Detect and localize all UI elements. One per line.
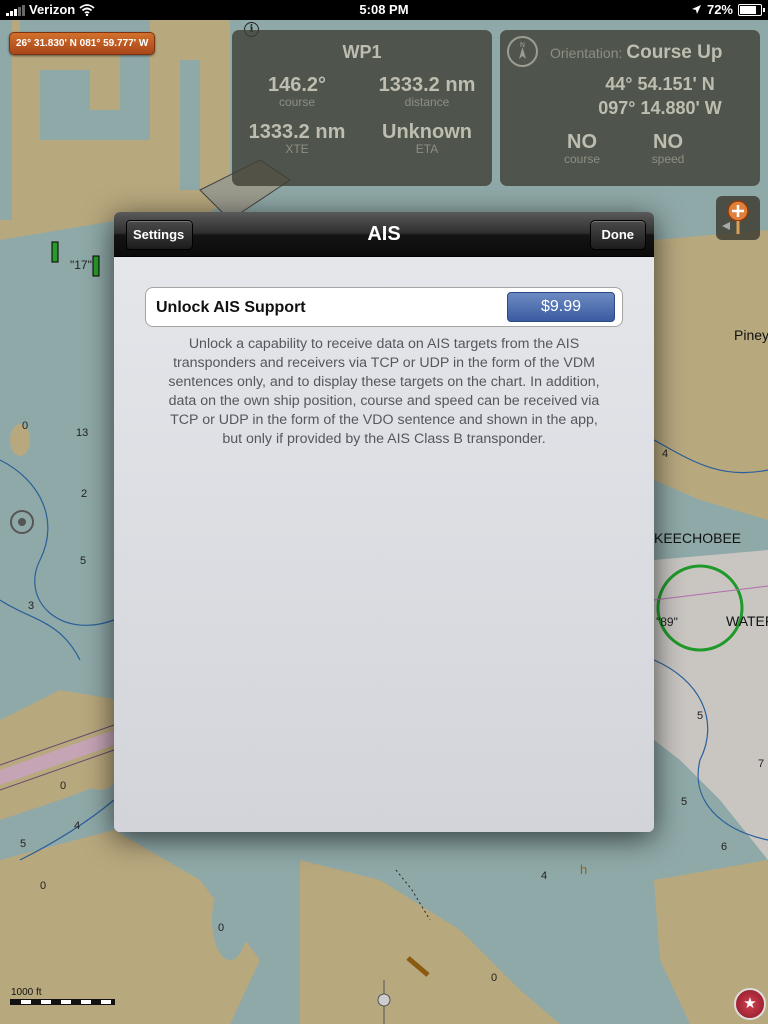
distance-cell: 1333.2 nm distance (362, 74, 492, 109)
battery-percent: 72% (706, 2, 733, 17)
buoy-label: "89" (656, 615, 678, 629)
unlock-ais-row[interactable]: Unlock AIS Support $9.99 (145, 287, 623, 327)
own-speed-cell: NO speed (603, 131, 733, 166)
depth-sounding: 6 (721, 841, 728, 853)
settings-back-label: Settings (133, 227, 185, 242)
depth-sounding: 3 (28, 600, 35, 612)
course-label: course (278, 95, 316, 109)
distance-value: 1333.2 nm (378, 74, 476, 96)
unlock-ais-label: Unlock AIS Support (156, 299, 306, 316)
xte-label: XTE (285, 142, 309, 156)
depth-sounding: 5 (20, 838, 27, 850)
own-speed-value: NO (653, 131, 683, 153)
place-label: Piney (734, 327, 768, 343)
own-speed-label: speed (651, 152, 685, 166)
orientation-label: Orientation: (550, 45, 623, 61)
depth-sounding: 0 (60, 780, 67, 792)
depth-sounding: 5 (697, 710, 704, 722)
depth-sounding: 4 (74, 820, 81, 832)
buoy-label: "17" (70, 258, 92, 272)
clock: 5:08 PM (359, 2, 409, 17)
depth-sounding: 7 (758, 758, 765, 770)
ais-modal: Settings AIS Done Unlock AIS Support $9.… (114, 212, 654, 832)
depth-sounding: 5 (681, 796, 688, 808)
place-label: WATEF (726, 613, 768, 629)
add-pin-icon (722, 200, 749, 234)
depth-sounding: 0 (22, 420, 29, 432)
depth-sounding: 13 (76, 427, 89, 439)
depth-sounding: 4 (541, 870, 548, 882)
orientation-line: Orientation: Course Up (550, 42, 722, 64)
eta-label: ETA (415, 142, 439, 156)
orientation-panel[interactable]: N Orientation: Course Up 44° 54.151' N 09… (500, 30, 760, 186)
eta-cell: Unknown ETA (362, 121, 492, 156)
orientation-value: Course Up (626, 42, 723, 63)
longitude: 097° 14.880' W (598, 98, 722, 118)
feature-description: Unlock a capability to receive data on A… (168, 336, 600, 447)
depth-sounding: 2 (81, 488, 88, 500)
status-bar: Verizon 5:08 PM 72% (0, 0, 768, 20)
course-value: 146.2° (267, 74, 327, 96)
eta-value: Unknown (382, 121, 472, 143)
scale-label: 1000 ft (11, 987, 42, 998)
place-label: KEECHOBEE (654, 530, 742, 546)
depth-sounding: 0 (218, 922, 225, 934)
battery-icon (738, 3, 765, 16)
battery-fill (740, 5, 756, 14)
xte-value: 1333.2 nm (248, 121, 346, 143)
status-right: 72% (691, 2, 765, 17)
depth-sounding: 5 (80, 555, 87, 567)
position-badge[interactable]: 26° 31.830' N 081° 59.777' W (9, 32, 156, 55)
depth-sounding: 0 (491, 972, 498, 984)
course-cell: 146.2° course (232, 74, 362, 109)
depth-sounding: 0 (40, 880, 47, 892)
depth-sounding: h (580, 862, 588, 877)
favorites-star-icon[interactable]: ★ (734, 988, 766, 1020)
waypoint-title: WP1 (342, 42, 382, 62)
scale-bar (10, 999, 115, 1005)
modal-title: AIS (367, 223, 401, 245)
add-waypoint-button[interactable] (716, 196, 760, 240)
waypoint-panel[interactable]: WP1 146.2° course 1333.2 nm distance 133… (232, 30, 492, 186)
latitude: 44° 54.151' N (605, 74, 715, 94)
compass-icon[interactable]: N (507, 36, 538, 67)
done-button[interactable]: Done (589, 220, 646, 250)
depth-sounding: 4 (662, 448, 669, 460)
distance-label: distance (404, 95, 450, 109)
xte-cell: 1333.2 nm XTE (232, 121, 362, 156)
location-arrow-icon (691, 5, 701, 14)
modal-body: Unlock AIS Support $9.99 Unlock a capabi… (114, 257, 654, 832)
modal-navigation-bar: Settings AIS Done (114, 212, 654, 257)
buy-price-button[interactable]: $9.99 (507, 292, 615, 322)
